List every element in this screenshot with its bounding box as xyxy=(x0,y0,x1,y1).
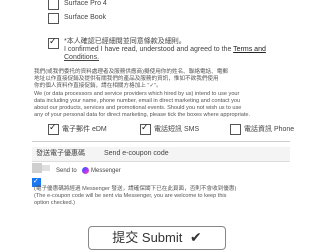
phone-checkbox[interactable] xyxy=(230,124,241,135)
messenger-note: (電子優惠碼將經過 Messenger 發送，請確保閣下已在此頁面，否則不會收到… xyxy=(34,186,237,206)
ecoupon-label-en: Send e-coupon code xyxy=(104,150,169,157)
phone-label: 電話資訊 Phone xyxy=(244,126,295,133)
user-avatar xyxy=(32,163,42,173)
privacy-statement-zh: 我們(或我們委托的資料處理者及服務供應商)擬使用你的姓名、聯絡電話、電郵 地址以… xyxy=(34,69,228,89)
messenger-icon xyxy=(82,167,89,174)
messenger-check-icon: ✓ xyxy=(33,178,39,185)
surface-book-label: Surface Book xyxy=(64,14,107,21)
send-to-label: Send to xyxy=(56,168,77,174)
submit-label: 提交 Submit xyxy=(112,230,183,245)
sms-label: 電話短訊 SMS xyxy=(154,126,200,133)
edm-label: 電子郵件 eDM xyxy=(62,126,107,133)
ecoupon-section: 發送電子優惠碼 Send e-coupon code xyxy=(32,147,290,162)
surface-book-checkbox[interactable] xyxy=(48,13,59,24)
submit-button[interactable]: 提交 Submit ✔ xyxy=(88,226,226,250)
terms-check-icon: ✓ xyxy=(49,36,57,46)
surface-pro-4-checkbox[interactable] xyxy=(48,0,59,10)
sms-check-icon: ✓ xyxy=(141,122,149,132)
avatar-blur xyxy=(42,165,50,171)
consent-english-text: I confirmed I have read, understood and … xyxy=(64,46,266,53)
privacy-statement-en: We (or data processors and service provi… xyxy=(34,91,251,118)
divider xyxy=(32,141,290,142)
consent-conditions-link[interactable]: Conditions. xyxy=(64,54,99,62)
checkmark-icon: ✔ xyxy=(189,229,202,245)
surface-pro-4-label: Surface Pro 4 xyxy=(64,0,107,7)
edm-check-icon: ✓ xyxy=(49,122,57,132)
ecoupon-label-zh: 發送電子優惠碼 xyxy=(36,150,85,157)
terms-link[interactable]: Terms and xyxy=(233,46,266,53)
messenger-label: Messenger xyxy=(91,168,121,174)
consent-chinese-text: *本人確認已經細閱並同意條款及細則。 xyxy=(64,38,186,45)
